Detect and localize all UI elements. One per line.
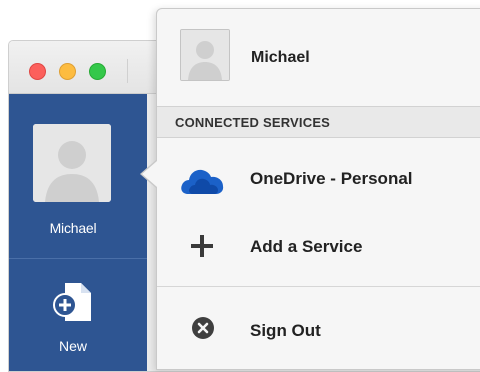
sidebar-avatar[interactable] — [33, 124, 111, 202]
zoom-window-button[interactable] — [89, 63, 106, 80]
menu-item-sign-out[interactable]: Sign Out — [157, 297, 480, 365]
user-placeholder-icon — [33, 124, 111, 202]
user-placeholder-icon — [181, 30, 229, 80]
menu-divider — [157, 286, 480, 287]
sidebar-divider — [9, 258, 147, 259]
close-circle-icon — [192, 317, 214, 339]
account-user-name: Michael — [251, 49, 310, 66]
popover-arrow-fill — [142, 161, 157, 187]
menu-item-onedrive[interactable]: OneDrive - Personal — [157, 145, 480, 213]
menu-item-label: OneDrive - Personal — [250, 169, 413, 188]
account-popover: Michael CONNECTED SERVICES OneDrive - Pe… — [156, 8, 480, 370]
account-avatar — [180, 29, 230, 81]
section-label: CONNECTED SERVICES — [175, 115, 331, 130]
toolbar-divider — [127, 59, 128, 83]
menu-item-label: Add a Service — [250, 237, 363, 256]
minimize-window-button[interactable] — [59, 63, 76, 80]
menu-item-label: Sign Out — [250, 321, 321, 340]
connected-services-header: CONNECTED SERVICES — [157, 106, 480, 138]
new-button-label[interactable]: New — [9, 338, 137, 354]
new-document-icon[interactable] — [53, 281, 93, 323]
onedrive-icon — [181, 169, 224, 194]
sidebar: Michael New — [9, 94, 147, 371]
menu-item-add-service[interactable]: Add a Service — [157, 213, 480, 281]
sidebar-user-name[interactable]: Michael — [9, 220, 137, 236]
close-window-button[interactable] — [29, 63, 46, 80]
plus-icon — [191, 235, 213, 257]
account-header: Michael — [157, 9, 480, 106]
